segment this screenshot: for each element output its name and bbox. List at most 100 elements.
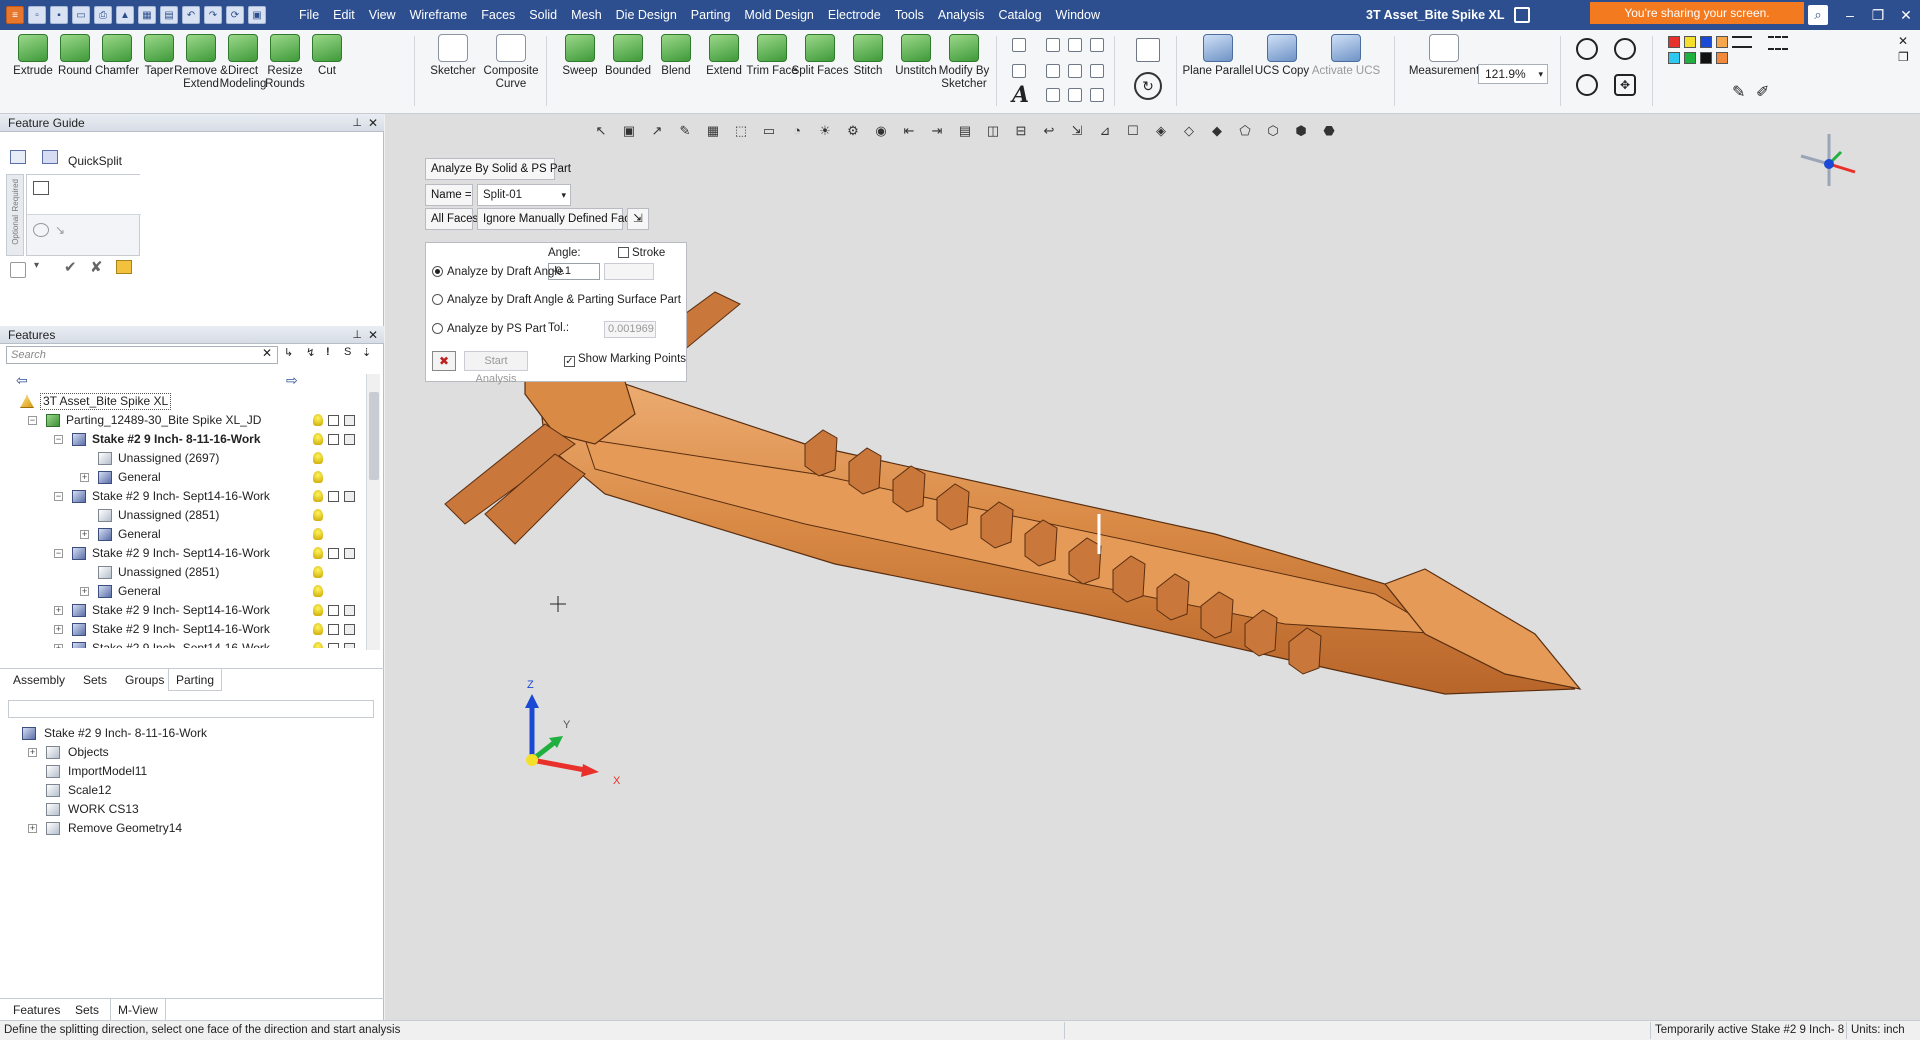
show-marking-checkbox-box[interactable]: ✓: [564, 356, 575, 367]
visibility-bulb-icon[interactable]: [313, 509, 323, 521]
zoom-window-icon[interactable]: [1576, 38, 1598, 60]
view-diamond2-icon[interactable]: ◇: [1181, 122, 1197, 140]
ribbon-close-icon[interactable]: ✕: [1898, 34, 1908, 48]
color-orange-swatch[interactable]: [1716, 36, 1728, 48]
cut-button[interactable]: Cut: [306, 34, 348, 78]
view-pie-icon[interactable]: ◔: [789, 122, 805, 140]
unstitch-button[interactable]: Unstitch: [892, 34, 940, 78]
view-layers-icon[interactable]: ▤: [957, 122, 973, 140]
redo-icon[interactable]: ↷: [204, 6, 222, 24]
close-icon[interactable]: ✕: [368, 114, 378, 132]
visibility-bulb-icon[interactable]: [313, 642, 323, 648]
expand-icon[interactable]: +: [28, 748, 37, 757]
tree-row[interactable]: − Stake #2 9 Inch- Sept14-16-Work: [0, 544, 366, 563]
collapse-icon[interactable]: −: [54, 435, 63, 444]
radio-ps-part[interactable]: [432, 323, 443, 334]
menu-analysis[interactable]: Analysis: [931, 0, 992, 30]
stroke-input[interactable]: [604, 263, 654, 280]
tab-features[interactable]: Features: [6, 999, 67, 1021]
visibility-bulb-icon[interactable]: [313, 623, 323, 635]
parting-filter-field[interactable]: [8, 700, 374, 718]
modify-by-sketcher-button[interactable]: Modify By Sketcher: [939, 34, 989, 91]
tree-row[interactable]: + General: [0, 582, 366, 601]
alert-filter-icon[interactable]: !: [326, 346, 330, 358]
feature-guide-home-icon[interactable]: [10, 150, 26, 164]
filter-icon[interactable]: ↳: [284, 346, 293, 359]
tree-row[interactable]: − Stake #2 9 Inch- 8-11-16-Work: [0, 430, 366, 449]
line-tool-icon[interactable]: [1012, 38, 1026, 52]
menu-faces[interactable]: Faces: [474, 0, 522, 30]
view-frame-icon[interactable]: ⬚: [733, 122, 749, 140]
clear-analysis-button[interactable]: ✖: [432, 351, 456, 371]
expand-icon[interactable]: +: [80, 587, 89, 596]
menu-window[interactable]: Window: [1049, 0, 1107, 30]
sweep-button[interactable]: Sweep: [556, 34, 604, 78]
view-record-icon[interactable]: ◉: [873, 122, 889, 140]
new-file-icon[interactable]: ▫: [28, 6, 46, 24]
sketcher-button[interactable]: Sketcher: [424, 34, 482, 78]
sort-icon[interactable]: S: [344, 346, 351, 358]
option-draft-angle[interactable]: Analyze by Draft Angle: [432, 263, 563, 281]
orientation-triad[interactable]: [1789, 126, 1869, 206]
menu-edit[interactable]: Edit: [326, 0, 362, 30]
back-arrow-icon[interactable]: ⇦: [16, 372, 28, 389]
tol-input[interactable]: 0.001969: [604, 321, 656, 338]
show-marking-checkbox[interactable]: ✓ Show Marking Points: [564, 353, 686, 367]
visibility-bulb-icon[interactable]: [313, 547, 323, 559]
view-hex3-icon[interactable]: ⬣: [1321, 122, 1337, 140]
menu-mesh[interactable]: Mesh: [564, 0, 609, 30]
plane-parallel-button[interactable]: Plane Parallel: [1183, 34, 1253, 78]
view-first-icon[interactable]: ⇤: [901, 122, 917, 140]
copy-icon[interactable]: [344, 643, 355, 648]
tree-row[interactable]: Unassigned (2851): [0, 563, 366, 582]
option-draft-angle-ps[interactable]: Analyze by Draft Angle & Parting Surface…: [432, 291, 681, 309]
parting-tree-row[interactable]: + Remove Geometry14: [0, 819, 366, 838]
zoom-dynamic-icon[interactable]: [1576, 74, 1598, 96]
round-button[interactable]: Round: [54, 34, 96, 78]
view-diamond1-icon[interactable]: ◈: [1153, 122, 1169, 140]
view-select-icon[interactable]: ↖: [593, 122, 609, 140]
split-name-select[interactable]: Split-01 ▾: [477, 184, 571, 206]
line-type-icon[interactable]: [1768, 36, 1788, 50]
tab-sets[interactable]: Sets: [76, 669, 114, 691]
start-analysis-button[interactable]: Start Analysis: [464, 351, 528, 385]
menu-mold-design[interactable]: Mold Design: [737, 0, 820, 30]
extend-button[interactable]: Extend: [700, 34, 748, 78]
text-tool-icon[interactable]: A: [1012, 82, 1029, 108]
copy-icon[interactable]: [344, 434, 355, 445]
copy-icon[interactable]: [344, 624, 355, 635]
color-blue-swatch[interactable]: [1700, 36, 1712, 48]
menu-wireframe[interactable]: Wireframe: [403, 0, 475, 30]
visibility-bulb-icon[interactable]: [313, 414, 323, 426]
pan-icon[interactable]: ✥: [1614, 74, 1636, 96]
screen-share-banner[interactable]: You're sharing your screen.: [1590, 2, 1804, 24]
stitch-button[interactable]: Stitch: [844, 34, 892, 78]
transform-icon[interactable]: [1136, 38, 1160, 62]
guide-option-icon[interactable]: [10, 262, 26, 278]
stroke-checkbox[interactable]: Stroke: [618, 247, 665, 259]
copy-icon[interactable]: [344, 415, 355, 426]
tree-row[interactable]: + General: [0, 525, 366, 544]
refresh-icon[interactable]: ⟳: [226, 6, 244, 24]
line-style-icon[interactable]: [1732, 36, 1752, 48]
collapse-icon[interactable]: −: [54, 492, 63, 501]
view-box-icon[interactable]: ☐: [1125, 122, 1141, 140]
parting-tree-row[interactable]: WORK CS13: [0, 800, 366, 819]
stroke-checkbox-box[interactable]: [618, 247, 629, 258]
ucs-copy-button[interactable]: UCS Copy: [1250, 34, 1314, 78]
tree-row[interactable]: Unassigned (2697): [0, 449, 366, 468]
document-icon[interactable]: [1514, 7, 1530, 23]
view-sketch-icon[interactable]: ✎: [677, 122, 693, 140]
menu-electrode[interactable]: Electrode: [821, 0, 888, 30]
menu-file[interactable]: File: [292, 0, 326, 30]
tree-row[interactable]: 3T Asset_Bite Spike XL: [0, 392, 366, 411]
radio-draft-angle-ps[interactable]: [432, 294, 443, 305]
view-box-select-icon[interactable]: ▣: [621, 122, 637, 140]
visibility-bulb-icon[interactable]: [313, 604, 323, 616]
color-black-swatch[interactable]: [1700, 52, 1712, 64]
tree-row[interactable]: + Stake #2 9 Inch- Sept14-16-Work: [0, 620, 366, 639]
undo-icon[interactable]: ↶: [182, 6, 200, 24]
menu-die-design[interactable]: Die Design: [609, 0, 684, 30]
expand-icon[interactable]: +: [54, 625, 63, 634]
color-light-orange-swatch[interactable]: [1716, 52, 1728, 64]
